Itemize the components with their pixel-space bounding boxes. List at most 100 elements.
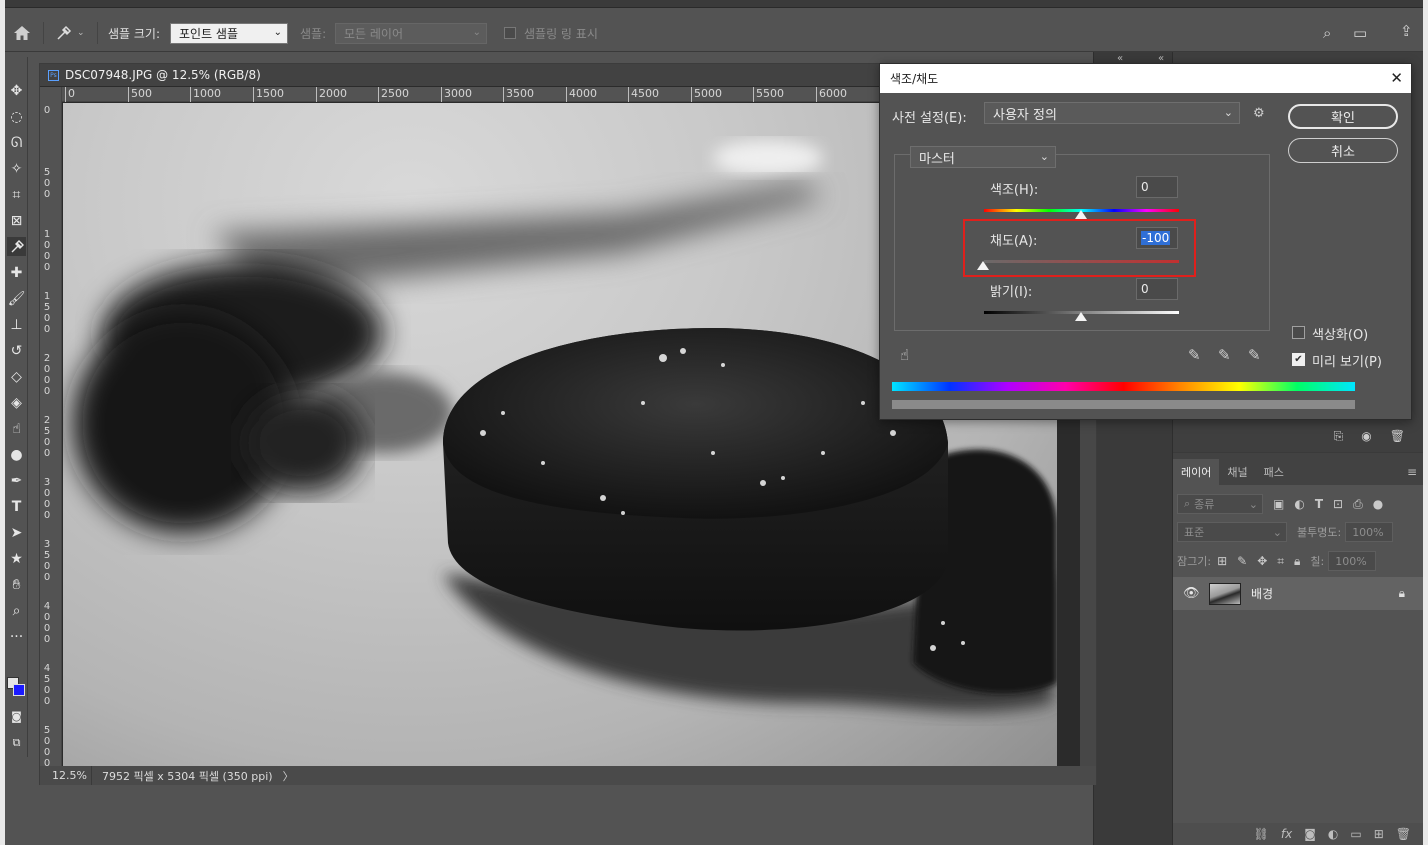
visibility-eye-icon[interactable]: 👁︎ — [1183, 586, 1203, 601]
layers-panel-tabs: 레이어 채널 패스 ≡ — [1173, 453, 1423, 485]
layer-name[interactable]: 배경 — [1251, 585, 1273, 602]
smudge-tool-icon[interactable]: ☝︎ — [7, 419, 26, 438]
tab-layers[interactable]: 레이어 — [1173, 459, 1220, 485]
new-adjustment-layer-icon[interactable]: ◐ — [1328, 827, 1338, 841]
zoom-tool-icon[interactable]: ⌕ — [7, 601, 26, 620]
preset-label: 사전 설정(E): — [892, 111, 967, 126]
eraser-tool-icon[interactable]: ◇ — [7, 367, 26, 386]
eyedropper-tool-icon[interactable] — [7, 237, 26, 256]
new-snapshot-icon[interactable]: ⎘ — [1334, 429, 1344, 444]
eyedropper-icon[interactable]: ✎ — [1188, 346, 1201, 364]
fx-icon[interactable]: fx — [1281, 827, 1292, 841]
move-tool-icon[interactable]: ✥ — [7, 81, 26, 100]
on-image-adjust-hand-icon[interactable]: ☝︎ — [900, 346, 909, 364]
panel-menu-icon[interactable]: ≡ — [1407, 465, 1417, 479]
eyedropper-plus-icon[interactable]: ✎ — [1218, 346, 1231, 364]
shape-filter-icon[interactable]: ⊡ — [1333, 497, 1343, 511]
dodge-tool-icon[interactable]: ● — [7, 445, 26, 464]
hand-tool-icon[interactable]: ✋︎ — [7, 575, 26, 594]
preview-checkbox[interactable]: ✔ — [1292, 353, 1305, 366]
ruler-label: 500 — [43, 167, 51, 200]
home-icon[interactable] — [13, 14, 31, 52]
magic-wand-tool-icon[interactable]: ✧ — [7, 159, 26, 178]
clone-stamp-tool-icon[interactable]: ⊥ — [7, 315, 26, 334]
lock-position-icon[interactable]: ✥ — [1257, 554, 1267, 568]
close-icon[interactable]: ✕ — [1390, 69, 1403, 87]
blend-mode-select[interactable]: 표준 ⌄ — [1177, 522, 1287, 542]
chevron-down-icon: ⌄ — [1272, 525, 1282, 539]
link-layers-icon[interactable]: ⛓︎ — [1254, 827, 1269, 841]
colorize-checkbox[interactable] — [1292, 326, 1305, 339]
filter-toggle-icon[interactable]: ● — [1373, 497, 1383, 511]
lock-icon[interactable]: 🔒︎ — [1399, 586, 1405, 601]
status-bar: 12.5% 7952 픽셀 x 5304 픽셀 (350 ppi) 〉 — [40, 766, 1096, 785]
cancel-button[interactable]: 취소 — [1288, 138, 1398, 163]
colorize-label: 색상화(O) — [1312, 328, 1369, 343]
lasso-tool-icon[interactable]: ᘏ — [7, 133, 26, 152]
checkbox[interactable] — [504, 27, 516, 39]
gear-icon[interactable]: ⚙︎ — [1253, 106, 1265, 121]
status-menu-arrow[interactable]: 〉 — [273, 768, 294, 784]
layer-row-background[interactable]: 👁︎ 배경 🔒︎ — [1173, 577, 1423, 610]
eyedropper-tool-preset-icon[interactable]: ⌄ — [55, 14, 85, 52]
eyedropper-minus-icon[interactable]: ✎ — [1248, 346, 1261, 364]
crop-tool-icon[interactable]: ⌗ — [7, 185, 26, 204]
lightness-input[interactable]: 0 — [1136, 278, 1178, 300]
document-title: DSC07948.JPG @ 12.5% (RGB/8) — [65, 68, 261, 82]
share-icon[interactable]: ⇪ — [1400, 22, 1413, 40]
layer-filter-select[interactable]: ⌕ 종류 ⌄ — [1177, 494, 1263, 514]
frame-tool-icon[interactable]: ⊠ — [7, 211, 26, 230]
workspace-icon[interactable]: ▭ — [1353, 24, 1367, 42]
ruler-label: 2500 — [378, 87, 409, 102]
hue-slider-thumb[interactable] — [1075, 210, 1087, 219]
background-color-swatch[interactable] — [13, 684, 25, 696]
pixel-filter-icon[interactable]: ▣ — [1273, 497, 1284, 511]
paint-bucket-tool-icon[interactable]: ◈ — [7, 393, 26, 412]
zoom-level[interactable]: 12.5% — [40, 766, 92, 785]
preset-select[interactable]: 사용자 정의 ⌄ — [984, 102, 1240, 124]
new-group-icon[interactable]: ▭ — [1350, 827, 1361, 841]
lock-artboard-icon[interactable]: ⌗ — [1277, 554, 1284, 569]
path-selection-tool-icon[interactable]: ➤ — [7, 523, 26, 542]
ruler-label: 6000 — [816, 87, 847, 102]
brush-tool-icon[interactable]: 🖌︎ — [7, 289, 26, 308]
type-filter-icon[interactable]: T — [1315, 497, 1323, 511]
sample-select[interactable]: 모든 레이어 ⌄ — [335, 23, 487, 44]
saturation-slider-thumb[interactable] — [977, 261, 989, 270]
lightness-slider-thumb[interactable] — [1075, 312, 1087, 321]
tab-channels[interactable]: 채널 — [1219, 459, 1255, 485]
adjustment-filter-icon[interactable]: ◐ — [1294, 497, 1304, 511]
ruler-label: 0 — [43, 105, 51, 116]
hue-input[interactable]: 0 — [1136, 176, 1178, 198]
ok-button[interactable]: 확인 — [1288, 104, 1398, 129]
opacity-field[interactable]: 100% — [1345, 522, 1394, 542]
delete-layer-icon[interactable]: 🗑︎ — [1396, 827, 1411, 841]
add-mask-icon[interactable]: ◙ — [1304, 827, 1316, 841]
lock-transparent-icon[interactable]: ⊞ — [1217, 554, 1227, 568]
shape-tool-icon[interactable]: ★ — [7, 549, 26, 568]
screen-mode-icon[interactable]: ⧉ — [7, 733, 26, 752]
show-sampling-ring-checkbox[interactable]: 샘플링 링 표시 — [504, 14, 598, 52]
lock-all-icon[interactable]: 🔒︎ — [1294, 554, 1300, 569]
quick-mask-icon[interactable]: ◙ — [7, 707, 26, 726]
saturation-slider-track[interactable] — [984, 260, 1179, 263]
channel-select[interactable]: 마스터 ⌄ — [910, 146, 1056, 168]
search-icon[interactable]: ⌕ — [1323, 24, 1331, 42]
camera-icon[interactable]: ◉ — [1361, 429, 1371, 444]
tab-paths[interactable]: 패스 — [1256, 459, 1292, 485]
more-tools-icon[interactable]: ··· — [7, 627, 26, 646]
lock-image-icon[interactable]: ✎ — [1237, 554, 1247, 568]
new-layer-icon[interactable]: ⊞ — [1374, 827, 1384, 841]
pen-tool-icon[interactable]: ✒︎ — [7, 471, 26, 490]
healing-brush-tool-icon[interactable]: ✚ — [7, 263, 26, 282]
dialog-title: 색조/채도 — [890, 72, 939, 86]
sample-size-select[interactable]: 포인트 샘플 ⌄ — [170, 23, 288, 44]
trash-icon[interactable]: 🗑︎ — [1390, 429, 1405, 444]
fill-field[interactable]: 100% — [1328, 551, 1377, 571]
ruler-label: 2500 — [43, 415, 51, 459]
history-brush-tool-icon[interactable]: ↺ — [7, 341, 26, 360]
smart-object-filter-icon[interactable]: ⎙ — [1353, 497, 1363, 512]
type-tool-icon[interactable]: T — [7, 497, 26, 516]
saturation-input[interactable]: -100 — [1136, 227, 1178, 249]
marquee-tool-icon[interactable]: ◌ — [7, 107, 26, 126]
